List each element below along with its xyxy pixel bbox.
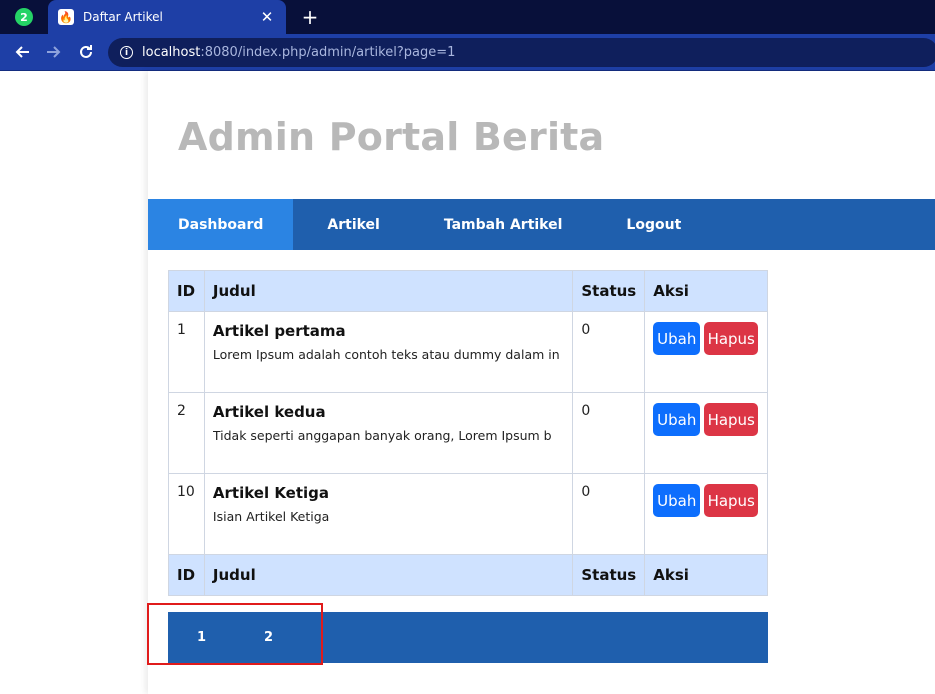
edit-button[interactable]: Ubah [653, 322, 701, 355]
address-bar[interactable]: i localhost:8080/index.php/admin/artikel… [108, 38, 935, 67]
footer-id: ID [168, 554, 205, 596]
article-excerpt: Tidak seperti anggapan banyak orang, Lor… [212, 428, 552, 443]
header-judul: Judul [203, 270, 574, 312]
delete-button[interactable]: Hapus [704, 403, 759, 436]
cell-aksi: Ubah Hapus [644, 311, 768, 393]
footer-aksi: Aksi [644, 554, 768, 596]
cell-judul: Artikel pertama Lorem Ipsum adalah conto… [203, 311, 574, 393]
edit-button[interactable]: Ubah [653, 403, 701, 436]
nav-item-logout[interactable]: Logout [592, 199, 711, 250]
article-title: Artikel pertama [212, 322, 346, 340]
url-path: :8080/index.php/admin/artikel?page=1 [200, 45, 456, 60]
forward-arrow-icon[interactable] [40, 39, 68, 65]
table-row: 10 Artikel Ketiga Isian Artikel Ketiga 0… [168, 473, 768, 555]
active-tab[interactable]: 🔥 Daftar Artikel ✕ [48, 0, 286, 34]
cell-id: 1 [168, 311, 205, 393]
article-excerpt: Lorem Ipsum adalah contoh teks atau dumm… [212, 347, 560, 362]
site-title: Admin Portal Berita [178, 115, 605, 159]
cell-status: 0 [572, 311, 646, 393]
footer-status: Status [572, 554, 646, 596]
nav-item-tambah-artikel[interactable]: Tambah Artikel [414, 199, 593, 250]
footer-judul: Judul [203, 554, 574, 596]
page-viewport: Admin Portal Berita Dashboard Artikel Ta… [0, 71, 935, 694]
table-row: 1 Artikel pertama Lorem Ipsum adalah con… [168, 311, 768, 393]
table-footer-row: ID Judul Status Aksi [168, 554, 768, 596]
article-excerpt: Isian Artikel Ketiga [212, 509, 330, 524]
table-row: 2 Artikel kedua Tidak seperti anggapan b… [168, 392, 768, 474]
header-status: Status [572, 270, 646, 312]
url-text: localhost:8080/index.php/admin/artikel?p… [142, 45, 455, 60]
cell-aksi: Ubah Hapus [644, 392, 768, 474]
cell-judul: Artikel kedua Tidak seperti anggapan ban… [203, 392, 574, 474]
main-nav: Dashboard Artikel Tambah Artikel Logout [148, 199, 935, 250]
browser-toolbar: i localhost:8080/index.php/admin/artikel… [0, 34, 935, 71]
article-title: Artikel Ketiga [212, 484, 330, 502]
nav-item-dashboard[interactable]: Dashboard [148, 199, 294, 250]
cell-id: 10 [168, 473, 205, 555]
nav-item-artikel[interactable]: Artikel [293, 199, 413, 250]
url-host: localhost [142, 45, 201, 60]
delete-button[interactable]: Hapus [704, 322, 759, 355]
articles-table: ID Judul Status Aksi 1 Artikel pertama L… [168, 270, 768, 596]
cell-status: 0 [572, 473, 646, 555]
whatsapp-icon: 2 [15, 8, 33, 26]
tab-title: Daftar Artikel [83, 10, 163, 24]
cell-status: 0 [572, 392, 646, 474]
header-aksi: Aksi [644, 270, 768, 312]
delete-button[interactable]: Hapus [704, 484, 759, 517]
browser-tab-strip: 2 🔥 Daftar Artikel ✕ + [0, 0, 935, 34]
new-tab-button[interactable]: + [298, 4, 322, 30]
reload-icon[interactable] [72, 39, 100, 65]
table-header-row: ID Judul Status Aksi [168, 270, 768, 312]
site-info-icon[interactable]: i [120, 46, 133, 59]
codeigniter-favicon-icon: 🔥 [58, 9, 74, 25]
edit-button[interactable]: Ubah [653, 484, 701, 517]
cell-id: 2 [168, 392, 205, 474]
back-arrow-icon[interactable] [8, 39, 36, 65]
cell-judul: Artikel Ketiga Isian Artikel Ketiga [203, 473, 574, 555]
article-title: Artikel kedua [212, 403, 326, 421]
header-id: ID [168, 270, 205, 312]
annotation-highlight-box [147, 603, 323, 665]
tab-close-icon[interactable]: ✕ [258, 8, 276, 26]
cell-aksi: Ubah Hapus [644, 473, 768, 555]
content-container: Admin Portal Berita Dashboard Artikel Ta… [147, 71, 935, 694]
whatsapp-pinned-tab[interactable]: 2 [0, 0, 48, 34]
